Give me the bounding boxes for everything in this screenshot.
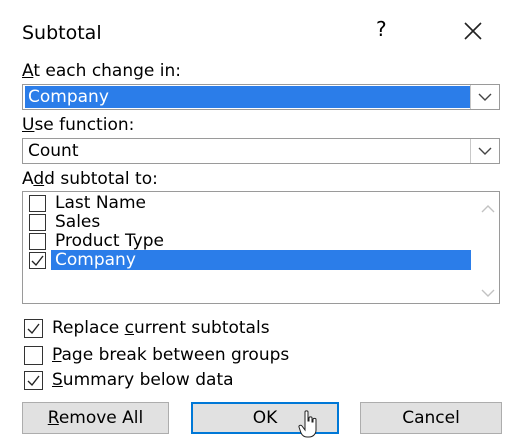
checkbox[interactable] [29,214,46,231]
checkbox[interactable] [29,195,46,212]
change-in-value: Company [25,86,473,108]
cancel-button[interactable]: Cancel [360,402,502,434]
use-function-value: Count [28,141,79,161]
checkbox-checked[interactable] [24,319,43,338]
chevron-down-icon[interactable] [470,85,499,109]
list-item-label: Sales [55,212,101,232]
list-item[interactable]: Last Name [29,193,471,213]
list-item[interactable]: Company [29,250,471,270]
change-in-label: At each change in: [22,61,182,81]
remove-all-button[interactable]: Remove All [22,402,169,434]
scroll-up-icon[interactable] [479,200,497,213]
add-subtotal-label: Add subtotal to: [22,169,158,189]
option-label: Replace current subtotals [52,318,270,338]
list-item-label: Company [51,250,471,270]
title-bar: Subtotal ? [0,0,516,60]
close-icon[interactable] [462,20,484,42]
list-item-label: Product Type [55,231,164,251]
checkbox[interactable] [24,346,43,365]
list-item[interactable]: Sales [29,212,471,232]
checkbox-checked[interactable] [24,371,43,390]
option-label: Summary below data [52,370,234,390]
scroll-down-icon[interactable] [479,284,497,297]
option-label: Page break between groups [52,345,290,365]
use-function-dropdown[interactable]: Count [22,138,500,164]
checkbox-checked[interactable] [29,252,46,269]
help-button[interactable]: ? [376,17,387,41]
checkbox[interactable] [29,233,46,250]
chevron-down-icon[interactable] [470,139,499,163]
change-in-dropdown[interactable]: Company [22,84,500,110]
list-item[interactable]: Product Type [29,231,471,251]
subtotal-dialog: Subtotal ? At each change in: Company Us… [0,0,516,439]
dialog-title: Subtotal [22,22,102,44]
use-function-label: Use function: [22,115,135,135]
mouse-pointer-icon [298,410,320,442]
list-item-label: Last Name [55,193,146,213]
add-subtotal-list[interactable]: Last Name Sales Product Type Company [22,191,500,304]
